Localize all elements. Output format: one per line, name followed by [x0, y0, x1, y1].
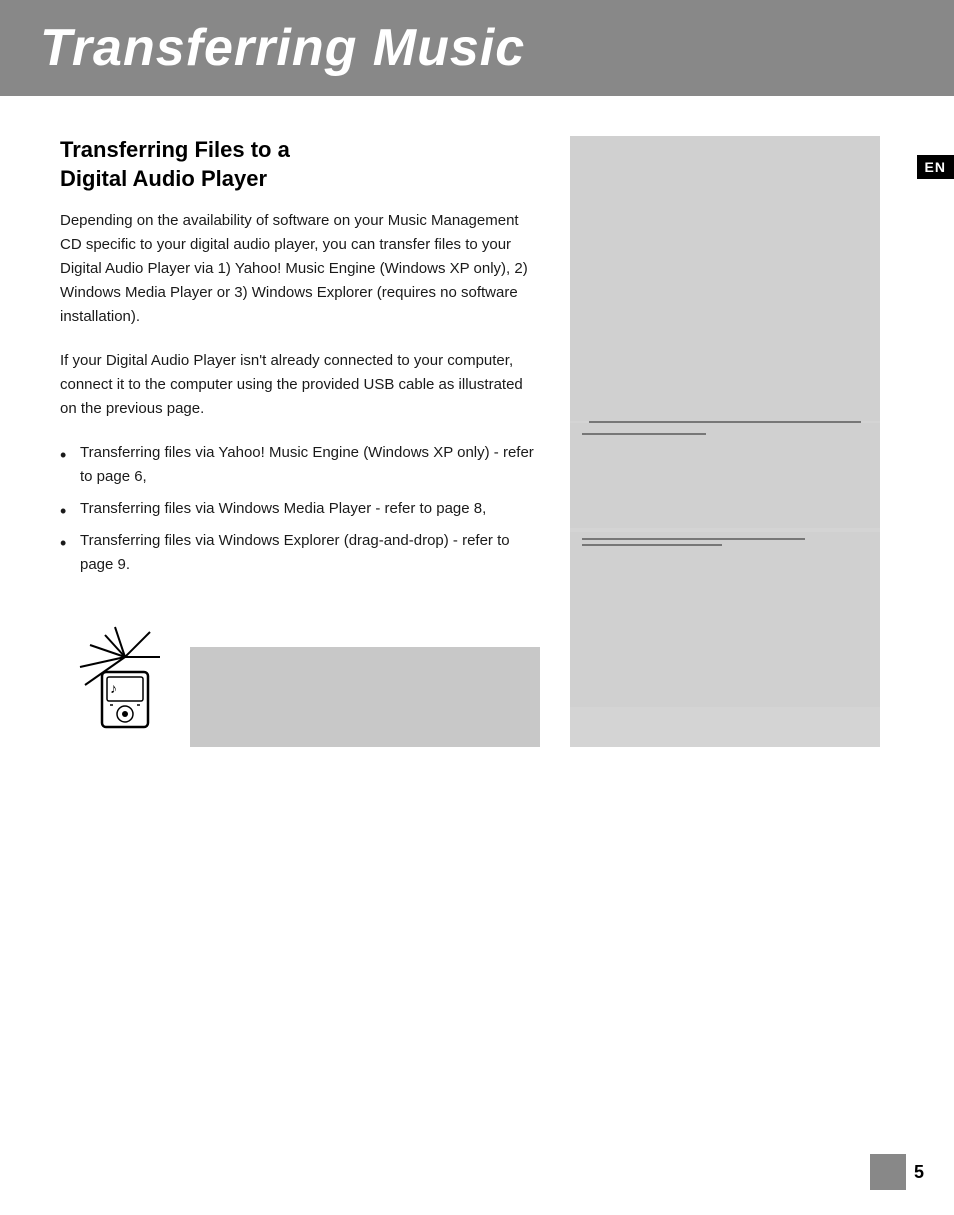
bullet-list: Transferring files via Yahoo! Music Engi… — [60, 441, 540, 577]
bottom-image-area: ♪ — [60, 617, 540, 747]
panel-short-divider-2 — [582, 544, 722, 546]
list-item: Transferring files via Windows Media Pla… — [60, 497, 540, 521]
panel-long-divider — [582, 538, 805, 540]
panel-short-divider — [582, 433, 706, 435]
page-number-box — [870, 1154, 906, 1190]
list-item: Transferring files via Windows Explorer … — [60, 529, 540, 577]
left-column: Transferring Files to a Digital Audio Pl… — [60, 136, 540, 747]
panel-top-section: ♪ — [570, 136, 880, 421]
header-banner: Transferring Music — [0, 0, 954, 96]
page-title: Transferring Music — [40, 18, 914, 78]
page-number-area: 5 — [870, 1154, 924, 1190]
list-item: Transferring files via Yahoo! Music Engi… — [60, 441, 540, 489]
paragraph-2: If your Digital Audio Player isn't alrea… — [60, 349, 540, 421]
bottom-gray-box — [190, 647, 540, 747]
page-number: 5 — [914, 1162, 924, 1183]
svg-text:♪: ♪ — [110, 680, 117, 696]
panel-mid-section — [570, 423, 880, 528]
paragraph-1: Depending on the availability of softwar… — [60, 209, 540, 329]
section-title: Transferring Files to a Digital Audio Pl… — [60, 136, 540, 193]
device-icon-large: ♪ — [60, 617, 190, 747]
content-area: Transferring Files to a Digital Audio Pl… — [0, 96, 954, 787]
panel-bot-section — [570, 532, 880, 707]
right-panel: ♪ — [570, 136, 880, 747]
